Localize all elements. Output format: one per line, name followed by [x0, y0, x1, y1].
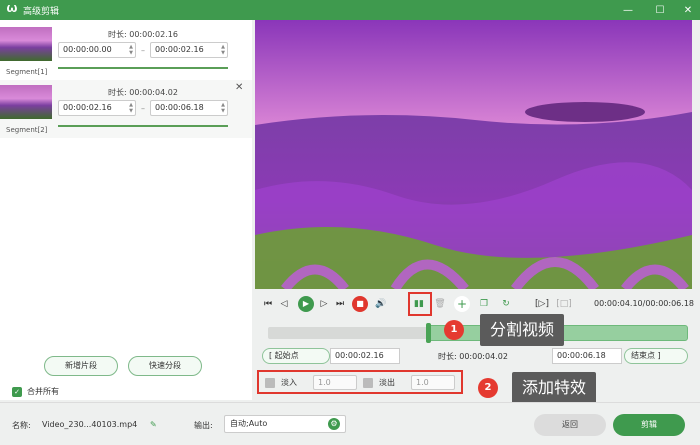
name-label: 名称: [12, 421, 31, 430]
merge-all-checkbox[interactable]: ✓ [12, 386, 22, 397]
remove-segment-icon[interactable]: ✕ [235, 82, 243, 93]
set-end-button[interactable]: 结束点 ] [624, 348, 688, 364]
copy-icon[interactable]: ❐ [478, 297, 490, 311]
cut-button[interactable]: 剪辑 [613, 414, 685, 436]
spinner-icon[interactable]: ▲ ▼ [129, 44, 133, 56]
segment-duration: 时长: 00:00:04.02 [108, 88, 178, 97]
segment-start-field[interactable]: 00:00:00.00 ▲ ▼ [58, 42, 136, 58]
callout-number: 2 [478, 378, 498, 398]
play-icon[interactable]: ▶ [298, 296, 314, 312]
time-readout: 00:00:04.10/00:00:06.18 [593, 299, 694, 308]
callout-number: 1 [444, 320, 464, 340]
segment-item[interactable]: Segment[1] 时长: 00:00:02.16 00:00:00.00 ▲ ▼… [0, 22, 252, 80]
range-duration: 时长: 00:00:04.02 [438, 352, 508, 361]
close-icon[interactable]: ✕ [678, 0, 698, 20]
file-name: Video_230...40103.mp4 [42, 420, 138, 429]
segment-label: Segment[1] [6, 68, 48, 76]
reset-icon[interactable]: ↻ [500, 297, 512, 311]
preview-image [255, 20, 692, 289]
range-separator: – [141, 104, 145, 113]
maximize-icon[interactable]: ☐ [650, 0, 670, 20]
merge-all-label: 合并所有 [27, 387, 59, 396]
fade-out-checkbox[interactable] [363, 378, 373, 388]
skip-end-icon[interactable]: ⏭ [334, 297, 346, 311]
split-highlight-box [408, 292, 432, 316]
segment-thumbnail [0, 27, 52, 61]
spinner-icon[interactable]: ▲ ▼ [221, 102, 225, 114]
fade-out-label: 淡出 [379, 378, 395, 387]
gear-icon[interactable]: ⚙ [328, 418, 340, 430]
timeline-track[interactable] [268, 323, 688, 343]
prev-frame-icon[interactable]: ◁ [278, 297, 290, 311]
range-row: [ 起始点 00:00:02.16 时长: 00:00:04.02 00:00:… [262, 348, 692, 365]
fit-icon[interactable]: [▷] [534, 297, 550, 311]
segment-label: Segment[2] [6, 126, 48, 134]
delete-icon[interactable]: 🗑 [434, 297, 446, 311]
segment-start-field[interactable]: 00:00:02.16 ▲ ▼ [58, 100, 136, 116]
output-label: 输出: [194, 421, 213, 430]
fade-in-checkbox[interactable] [265, 378, 275, 388]
effects-row: 淡入 1.0 淡出 1.0 [257, 370, 463, 394]
output-select[interactable]: 自动;Auto ⚙ [224, 415, 346, 433]
fade-in-label: 淡入 [281, 378, 297, 387]
next-frame-icon[interactable]: ▷ [318, 297, 330, 311]
footer-bar: 名称: Video_230...40103.mp4 ✎ 输出: 自动;Auto … [0, 402, 700, 445]
stop-icon[interactable]: ■ [352, 296, 368, 312]
segment-item[interactable]: Segment[2] 时长: 00:00:04.02 00:00:02.16 ▲ ▼… [0, 80, 252, 138]
skip-start-icon[interactable]: ⏮ [262, 297, 274, 311]
add-icon[interactable]: + [454, 296, 470, 312]
title-bar: Ѡ 高级剪辑 — ☐ ✕ [0, 0, 700, 20]
edit-name-icon[interactable]: ✎ [150, 420, 157, 429]
segment-end-field[interactable]: 00:00:06.18 ▲ ▼ [150, 100, 228, 116]
add-segment-button[interactable]: 新增片段 [44, 356, 118, 376]
minimize-icon[interactable]: — [618, 0, 638, 20]
back-button[interactable]: 返回 [534, 414, 606, 436]
quick-split-button[interactable]: 快速分段 [128, 356, 202, 376]
start-time-field[interactable]: 00:00:02.16 [330, 348, 400, 364]
segment-list-panel: Segment[1] 时长: 00:00:02.16 00:00:00.00 ▲ ▼… [0, 20, 252, 400]
range-separator: – [141, 46, 145, 55]
end-time-field[interactable]: 00:00:06.18 [552, 348, 622, 364]
segment-progress-bar [58, 125, 228, 127]
timeline-handle[interactable] [426, 323, 431, 343]
merge-all-option[interactable]: ✓ 合并所有 [12, 386, 59, 397]
video-preview[interactable] [255, 20, 692, 289]
callout-add-effects: 添加特效 [512, 372, 597, 404]
playback-controls: ⏮ ◁ ▶ ▷ ⏭ ■ 🔊 ▮▮ 🗑 + ❐ ↻ [▷] [□] 00:00:0… [258, 292, 698, 316]
segment-end-field[interactable]: 00:00:02.16 ▲ ▼ [150, 42, 228, 58]
window-title: 高级剪辑 [23, 6, 60, 17]
set-start-button[interactable]: [ 起始点 [262, 348, 330, 364]
segment-thumbnail [0, 85, 52, 119]
fade-out-field[interactable]: 1.0 [411, 375, 455, 390]
segment-duration: 时长: 00:00:02.16 [108, 30, 178, 39]
callout-split-video: 分割视频 [480, 314, 565, 346]
spinner-icon[interactable]: ▲ ▼ [221, 44, 225, 56]
segment-progress-bar [58, 67, 228, 69]
fade-in-field[interactable]: 1.0 [313, 375, 357, 390]
app-logo-icon: Ѡ [6, 4, 18, 15]
crop-icon[interactable]: [□] [556, 297, 572, 311]
spinner-icon[interactable]: ▲ ▼ [129, 102, 133, 114]
volume-icon[interactable]: 🔊 [374, 297, 388, 311]
